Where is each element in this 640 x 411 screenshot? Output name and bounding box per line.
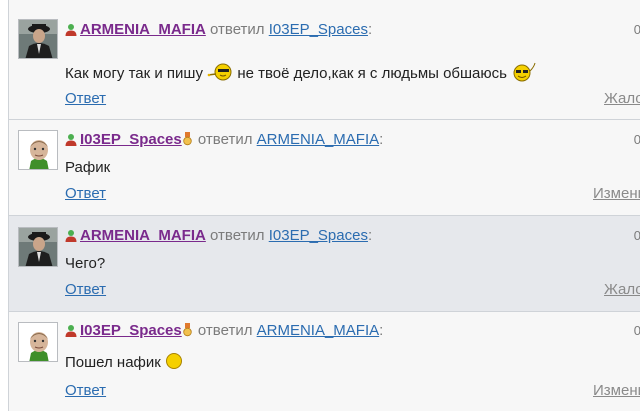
comment-text: Пошел нафик (65, 352, 183, 374)
reply-button[interactable]: Ответ (65, 281, 106, 298)
comment-text: Рафик (65, 159, 111, 176)
comment-text-part: Как могу так и пишу (65, 64, 203, 82)
comment-post: I03EP_Spaces ответил ARMENIA_MAFIA: 0 По… (9, 312, 640, 411)
cool-smiley-icon (511, 61, 537, 87)
comment-text: Чего? (65, 255, 106, 272)
reply-target-link[interactable]: ARMENIA_MAFIA (257, 131, 380, 148)
timestamp: 0 (633, 228, 640, 243)
timestamp: 0 (633, 132, 640, 147)
avatar[interactable] (18, 322, 58, 362)
author-link[interactable]: I03EP_Spaces (80, 322, 182, 339)
colon: : (367, 227, 373, 244)
edit-link[interactable]: Измени (593, 185, 640, 202)
user-icon (65, 229, 77, 247)
colon: : (367, 21, 373, 38)
replied-label: ответил (210, 21, 265, 38)
replied-label: ответил (197, 322, 253, 339)
comment-header: ARMENIA_MAFIA ответил I03EP_Spaces: (65, 21, 372, 41)
author-link[interactable]: I03EP_Spaces (80, 131, 182, 148)
reply-button[interactable]: Ответ (65, 185, 106, 202)
reply-target-link[interactable]: I03EP_Spaces (269, 227, 368, 244)
yellow-smiley-icon (165, 352, 183, 374)
replied-label: ответил (210, 227, 265, 244)
user-icon (65, 133, 77, 151)
comment-header: ARMENIA_MAFIA ответил I03EP_Spaces: (65, 227, 372, 247)
avatar[interactable] (18, 19, 58, 59)
comment-text-part: не твоё дело,как я с людьмы обшаюсь (237, 64, 507, 82)
comment-header: I03EP_Spaces ответил ARMENIA_MAFIA: (65, 322, 383, 342)
comment-text-part: Пошел нафик (65, 353, 161, 371)
sunglasses-smiley-icon (207, 61, 233, 87)
user-icon (65, 23, 77, 41)
comment-post: ARMENIA_MAFIA ответил I03EP_Spaces: 0 Че… (9, 215, 640, 312)
replied-label: ответил (197, 131, 253, 148)
comment-header: I03EP_Spaces ответил ARMENIA_MAFIA: (65, 131, 383, 151)
author-link[interactable]: ARMENIA_MAFIA (80, 21, 206, 38)
comment-post: I03EP_Spaces ответил ARMENIA_MAFIA: 0 Ра… (9, 120, 640, 216)
reply-button[interactable]: Ответ (65, 382, 106, 399)
comment-post: ARMENIA_MAFIA ответил I03EP_Spaces: 0 Ка… (9, 0, 640, 120)
comment-text: Как могу так и пишу не твоё дело,как я с… (65, 61, 537, 87)
reply-button[interactable]: Ответ (65, 90, 106, 107)
timestamp: 0 (633, 323, 640, 338)
user-icon (65, 324, 77, 342)
avatar[interactable] (18, 130, 58, 170)
report-link[interactable]: Жалоб (604, 281, 640, 298)
reply-target-link[interactable]: I03EP_Spaces (269, 21, 368, 38)
medal-badge-icon (183, 132, 192, 151)
report-link[interactable]: Жалоб (604, 90, 640, 107)
medal-badge-icon (183, 323, 192, 342)
edit-link[interactable]: Измени (593, 382, 640, 399)
avatar[interactable] (18, 227, 58, 267)
comment-feed: ARMENIA_MAFIA ответил I03EP_Spaces: 0 Ка… (8, 0, 640, 411)
timestamp: 0 (633, 22, 640, 37)
author-link[interactable]: ARMENIA_MAFIA (80, 227, 206, 244)
colon: : (379, 131, 384, 148)
reply-target-link[interactable]: ARMENIA_MAFIA (257, 322, 380, 339)
colon: : (379, 322, 384, 339)
